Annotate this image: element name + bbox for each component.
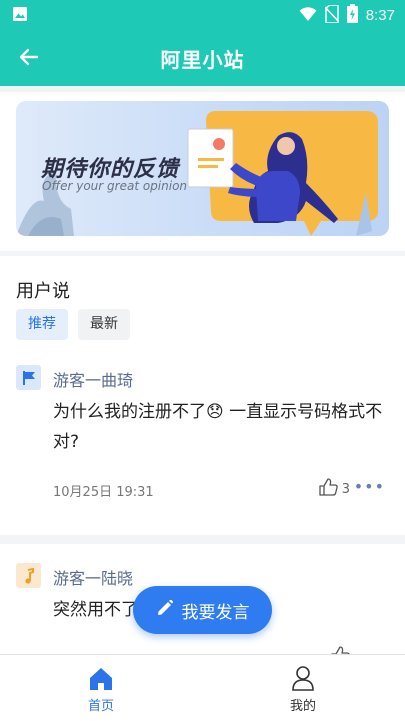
like-count: 3 (341, 481, 350, 497)
thumbs-up-icon (319, 478, 338, 500)
divider (0, 251, 405, 256)
post-time: 10月25日 19:31 (53, 485, 154, 500)
battery-icon (346, 4, 358, 27)
thumbs-up-icon (331, 646, 350, 654)
tab-latest[interactable]: 最新 (78, 309, 130, 340)
banner-subtitle: Offer your great opinion (42, 179, 188, 193)
tab-recommended[interactable]: 推荐 (16, 309, 68, 340)
like-button[interactable] (331, 646, 350, 654)
pencil-icon (156, 599, 174, 622)
feedback-banner[interactable]: 期待你的反馈 Offer your great opinion (16, 101, 389, 236)
post-author[interactable]: 游客一曲琦 (53, 367, 133, 391)
divider (0, 535, 405, 544)
post-content: 为什么我的注册不了😞 一直显示号码格式不对? (53, 402, 383, 452)
wifi-icon (299, 6, 317, 26)
app-bar: 阿里小站 (0, 28, 405, 86)
home-icon (61, 663, 141, 691)
status-bar: 8:37 (0, 0, 405, 28)
user-icon (263, 663, 343, 691)
section-title: 用户说 (16, 281, 70, 302)
nav-label-profile: 我的 (289, 699, 316, 714)
nav-item-profile[interactable]: 我的 (263, 663, 343, 714)
page-title: 阿里小站 (160, 48, 245, 72)
like-button[interactable]: 3 (319, 478, 350, 500)
fab-label: 我要发言 (181, 602, 250, 623)
flag-icon[interactable] (16, 365, 41, 390)
bottom-nav: 首页 我的 (0, 654, 405, 721)
nav-label-home: 首页 (87, 699, 114, 714)
music-note-icon[interactable] (16, 563, 41, 588)
no-sim-icon (324, 3, 340, 27)
more-options-icon[interactable]: ••• (354, 477, 385, 496)
divider (0, 86, 405, 92)
nav-item-home[interactable]: 首页 (61, 663, 141, 714)
clock-time: 8:37 (365, 7, 395, 24)
post-author[interactable]: 游客一陆晓 (53, 565, 133, 589)
gallery-notification-icon (12, 6, 28, 26)
post-comment-button[interactable]: 我要发言 (133, 586, 272, 634)
post-card[interactable]: 游客一曲琦 为什么我的注册不了😞 一直显示号码格式不对? 10月25日 19:3… (0, 360, 405, 530)
